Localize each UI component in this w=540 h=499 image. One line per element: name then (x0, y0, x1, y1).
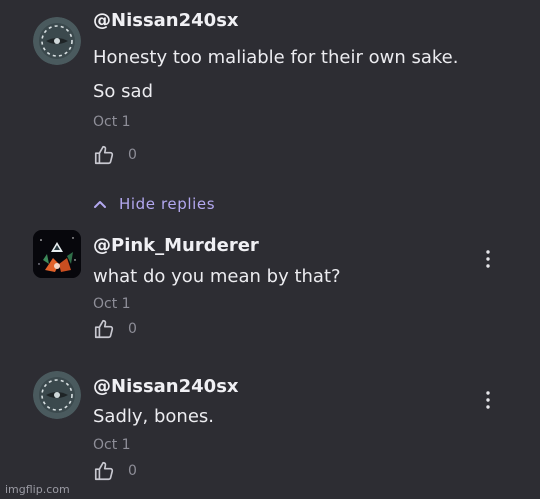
reply-username[interactable]: @Nissan240sx (93, 376, 239, 397)
thumbs-up-icon (94, 319, 114, 339)
reply-username[interactable]: @Pink_Murderer (93, 235, 259, 256)
avatar[interactable] (33, 230, 81, 278)
comment-username[interactable]: @Nissan240sx (93, 10, 239, 31)
reply-text: what do you mean by that? (93, 266, 341, 287)
hide-replies-button[interactable]: Hide replies (93, 195, 215, 213)
like-button[interactable]: 0 (93, 318, 137, 340)
like-button[interactable]: 0 (93, 144, 137, 166)
comment-date: Oct 1 (93, 114, 131, 130)
kebab-menu-icon (486, 391, 490, 409)
reply-date: Oct 1 (93, 437, 131, 453)
hide-replies-label: Hide replies (119, 195, 216, 213)
like-count: 0 (128, 463, 137, 479)
fox-avatar-icon (33, 230, 81, 278)
avatar[interactable] (33, 17, 81, 65)
more-options-button[interactable] (478, 388, 498, 412)
comment-text-line-2: So sad (93, 81, 153, 102)
thumbs-up-icon (94, 145, 114, 165)
chevron-up-icon (94, 201, 106, 208)
watermark: imgflip.com (5, 483, 70, 496)
like-count: 0 (128, 321, 137, 337)
reply-date: Oct 1 (93, 296, 131, 312)
more-options-button[interactable] (478, 247, 498, 271)
reply-text: Sadly, bones. (93, 406, 214, 427)
like-button[interactable]: 0 (93, 460, 137, 482)
circle-avatar-icon (33, 371, 81, 419)
thumbs-up-icon (94, 461, 114, 481)
comment-text-line-1: Honesty too maliable for their own sake. (93, 47, 459, 68)
like-count: 0 (128, 147, 137, 163)
kebab-menu-icon (486, 250, 490, 268)
circle-avatar-icon (33, 17, 81, 65)
avatar[interactable] (33, 371, 81, 419)
